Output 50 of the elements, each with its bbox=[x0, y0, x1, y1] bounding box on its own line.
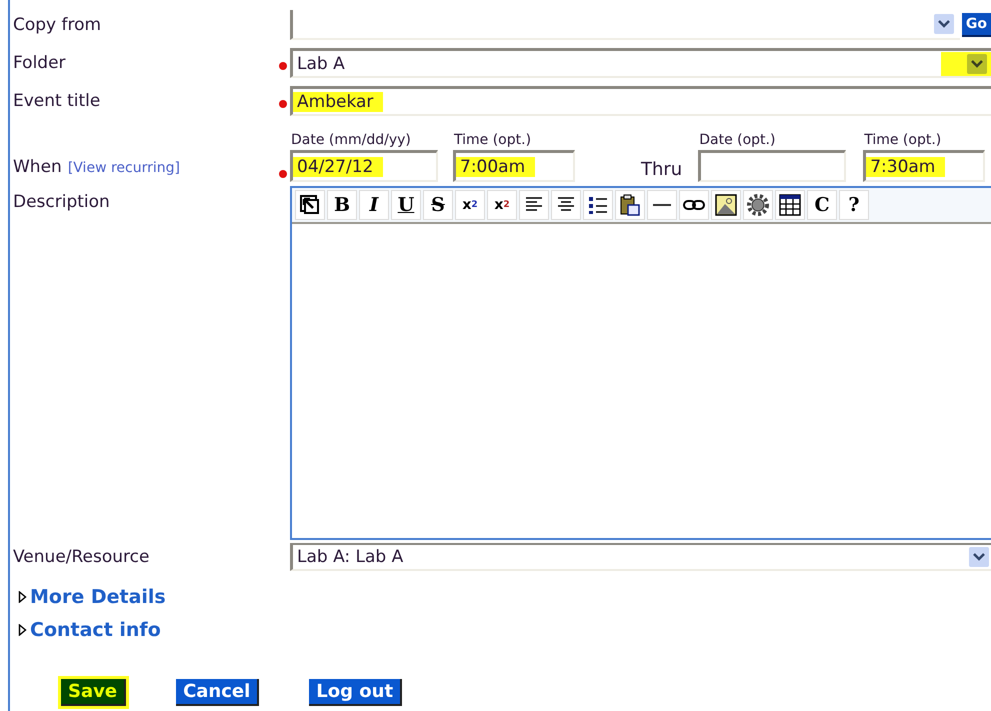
field-label: Folder bbox=[12, 53, 67, 73]
toolbar-button[interactable]: U bbox=[391, 190, 421, 220]
toolbar-button[interactable]: B bbox=[327, 190, 357, 220]
rule-button[interactable] bbox=[647, 190, 677, 220]
expand-triangle-icon[interactable] bbox=[18, 590, 27, 602]
view-recurring-link[interactable]: [View recurring] bbox=[68, 160, 180, 176]
folder-dropdown[interactable]: Lab A bbox=[290, 48, 991, 78]
list-button[interactable] bbox=[583, 190, 613, 220]
field-label: Copy from bbox=[12, 15, 102, 35]
time-field[interactable]: 7:00am bbox=[453, 150, 575, 182]
toolbar-button[interactable]: x$^{2}$ bbox=[487, 190, 517, 220]
time-field[interactable]: 7:30am bbox=[863, 150, 986, 182]
gear-button[interactable] bbox=[743, 190, 773, 220]
image-button[interactable] bbox=[711, 190, 741, 220]
thru-label: Thru bbox=[641, 159, 682, 182]
align-center-button[interactable] bbox=[551, 190, 581, 220]
section-link[interactable]: More Details bbox=[30, 586, 166, 608]
chain-link-icon bbox=[683, 199, 705, 211]
field-label: When bbox=[13, 157, 62, 177]
bullet-list-icon bbox=[588, 195, 608, 215]
expand-triangle-icon[interactable] bbox=[18, 624, 27, 636]
paste-button[interactable] bbox=[615, 190, 645, 220]
field-label: Event title bbox=[12, 91, 102, 111]
form-button[interactable]: Cancel bbox=[176, 679, 260, 706]
save-button[interactable]: Save bbox=[61, 679, 126, 706]
field-label: Description bbox=[12, 191, 111, 212]
copy-from-field[interactable] bbox=[290, 10, 960, 40]
date-field[interactable]: 04/27/12 bbox=[290, 150, 438, 182]
toolbar-button[interactable]: ? bbox=[839, 190, 869, 220]
field-caption: Date (opt.) bbox=[698, 132, 776, 148]
date-field[interactable] bbox=[698, 150, 846, 182]
link-button[interactable] bbox=[679, 190, 709, 220]
align-left-icon bbox=[524, 196, 544, 214]
align-left-button[interactable] bbox=[519, 190, 549, 220]
go-button[interactable]: Go bbox=[962, 13, 991, 37]
field-caption: Time (opt.) bbox=[863, 132, 942, 148]
toolbar-button[interactable]: C bbox=[807, 190, 837, 220]
toolbar-button[interactable]: S bbox=[423, 190, 453, 220]
field-caption: Time (opt.) bbox=[453, 132, 532, 148]
select-button[interactable] bbox=[295, 190, 325, 220]
venue-dropdown[interactable]: Lab A: Lab A bbox=[290, 543, 991, 571]
horizontal-line-icon bbox=[652, 203, 672, 207]
table-button[interactable] bbox=[775, 190, 805, 220]
field-label: Venue/Resource bbox=[12, 547, 150, 567]
toolbar-button[interactable]: I bbox=[359, 190, 389, 220]
field-caption: Date (mm/dd/yy) bbox=[290, 132, 412, 148]
align-center-icon bbox=[556, 196, 576, 214]
event-title-field[interactable]: Ambekar bbox=[290, 86, 991, 116]
form-button[interactable]: Log out bbox=[309, 679, 402, 706]
section-link[interactable]: Contact info bbox=[30, 618, 161, 640]
